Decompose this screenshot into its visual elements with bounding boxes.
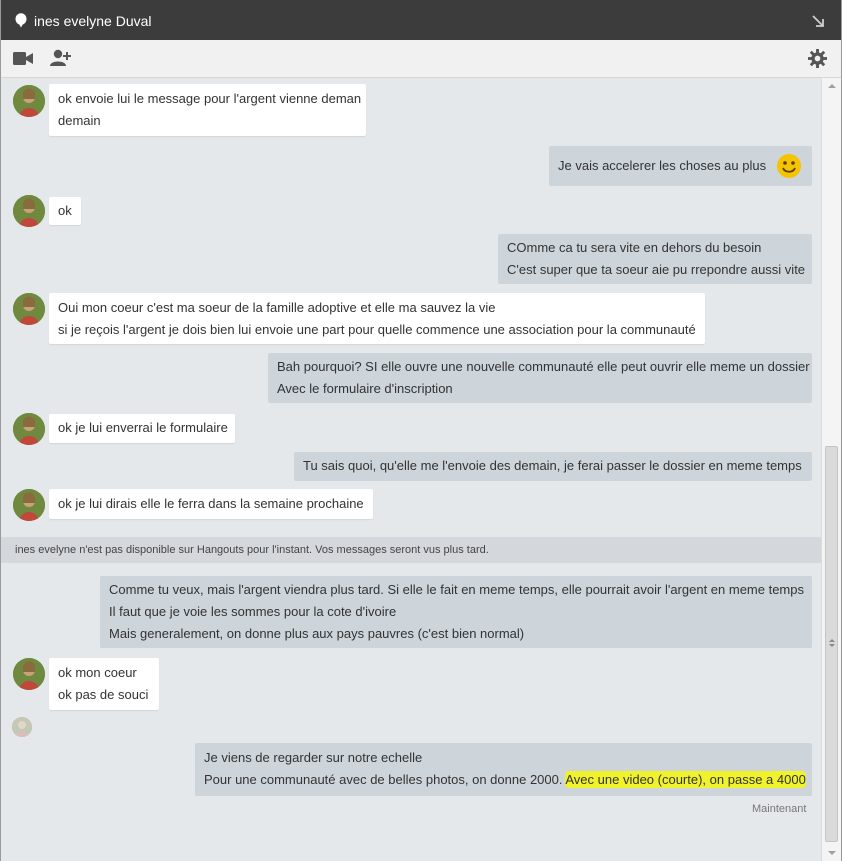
message-line: Bah pourquoi? SI elle ouvre une nouvelle… bbox=[277, 359, 810, 374]
incoming-message: ok mon coeur ok pas de souci bbox=[49, 658, 159, 710]
message-line: Je vais accelerer les choses au plus bbox=[558, 158, 767, 173]
video-call-icon[interactable] bbox=[13, 51, 33, 66]
message-list[interactable]: ok envoie lui le message pour l'argent v… bbox=[1, 78, 821, 861]
message-line: ok je lui enverrai le formulaire bbox=[58, 420, 228, 435]
read-receipt-avatar bbox=[12, 717, 32, 737]
outgoing-message: Tu sais quoi, qu'elle me l'envoie des de… bbox=[294, 452, 812, 481]
incoming-message: ok envoie lui le message pour l'argent v… bbox=[49, 84, 366, 136]
message-line: Oui mon coeur c'est ma soeur de la famil… bbox=[58, 300, 496, 315]
outgoing-message: Bah pourquoi? SI elle ouvre une nouvelle… bbox=[268, 353, 812, 403]
availability-notice: ines evelyne n'est pas disponible sur Ha… bbox=[1, 537, 821, 563]
smiley-icon bbox=[777, 154, 801, 178]
conversation-title[interactable]: ines evelyne Duval bbox=[34, 13, 152, 29]
message-line: C'est super que ta soeur aie pu rrepondr… bbox=[507, 262, 806, 277]
title-bar[interactable]: ines evelyne Duval bbox=[1, 0, 841, 40]
scroll-grip-icon bbox=[829, 639, 835, 647]
scroll-down-arrow-icon[interactable] bbox=[822, 845, 842, 861]
outgoing-message: Comme tu veux, mais l'argent viendra plu… bbox=[100, 576, 812, 648]
scroll-up-arrow-icon[interactable] bbox=[822, 78, 842, 94]
outgoing-message: Je viens de regarder sur notre echelle P… bbox=[195, 743, 812, 796]
message-line: Comme tu veux, mais l'argent viendra plu… bbox=[109, 582, 804, 597]
contact-avatar[interactable] bbox=[13, 293, 45, 325]
incoming-message: ok bbox=[49, 197, 81, 225]
outgoing-message: COmme ca tu sera vite en dehors du besoi… bbox=[498, 234, 812, 284]
message-line: Mais generalement, on donne plus aux pay… bbox=[109, 626, 525, 641]
popout-arrow-icon[interactable] bbox=[811, 14, 825, 28]
chat-scrollbar[interactable] bbox=[821, 78, 841, 861]
message-line: ok bbox=[58, 203, 72, 218]
message-line: ok pas de souci bbox=[58, 687, 149, 702]
message-line: Avec le formulaire d'inscription bbox=[277, 381, 453, 396]
incoming-message: ok je lui dirais elle le ferra dans la s… bbox=[49, 489, 373, 519]
contact-avatar[interactable] bbox=[13, 489, 45, 521]
chat-toolbar bbox=[1, 40, 841, 78]
message-timestamp: Maintenant bbox=[752, 803, 807, 815]
scrollbar-thumb[interactable] bbox=[825, 446, 838, 842]
message-line: si je reçois l'argent je dois bien lui e… bbox=[58, 322, 696, 337]
settings-gear-icon[interactable] bbox=[808, 49, 827, 68]
add-person-icon[interactable] bbox=[50, 49, 72, 67]
contact-avatar[interactable] bbox=[13, 413, 45, 445]
message-line: COmme ca tu sera vite en dehors du besoi… bbox=[507, 240, 762, 255]
message-line: ok mon coeur bbox=[58, 665, 137, 680]
hangouts-chat-window: ines evelyne Duval ok envoie lui le mess… bbox=[0, 0, 842, 861]
message-line: Pour une communauté avec de belles photo… bbox=[204, 772, 566, 787]
contact-avatar[interactable] bbox=[13, 195, 45, 227]
message-line: Je viens de regarder sur notre echelle bbox=[204, 750, 423, 765]
message-line: Tu sais quoi, qu'elle me l'envoie des de… bbox=[303, 458, 802, 473]
message-line: demain bbox=[58, 113, 101, 128]
message-line: ok envoie lui le message pour l'argent v… bbox=[58, 91, 362, 106]
message-line: ok je lui dirais elle le ferra dans la s… bbox=[58, 496, 364, 511]
highlighted-text: Avec une video (courte), on passe a 4000 bbox=[565, 771, 806, 788]
outgoing-message: Je vais accelerer les choses au plus bbox=[549, 146, 812, 186]
incoming-message: Oui mon coeur c'est ma soeur de la famil… bbox=[49, 293, 705, 344]
incoming-message: ok je lui enverrai le formulaire bbox=[49, 414, 235, 443]
pin-icon bbox=[15, 13, 27, 28]
message-line: Il faut que je voie les sommes pour la c… bbox=[109, 604, 397, 619]
contact-avatar[interactable] bbox=[13, 658, 45, 690]
contact-avatar[interactable] bbox=[13, 85, 45, 117]
